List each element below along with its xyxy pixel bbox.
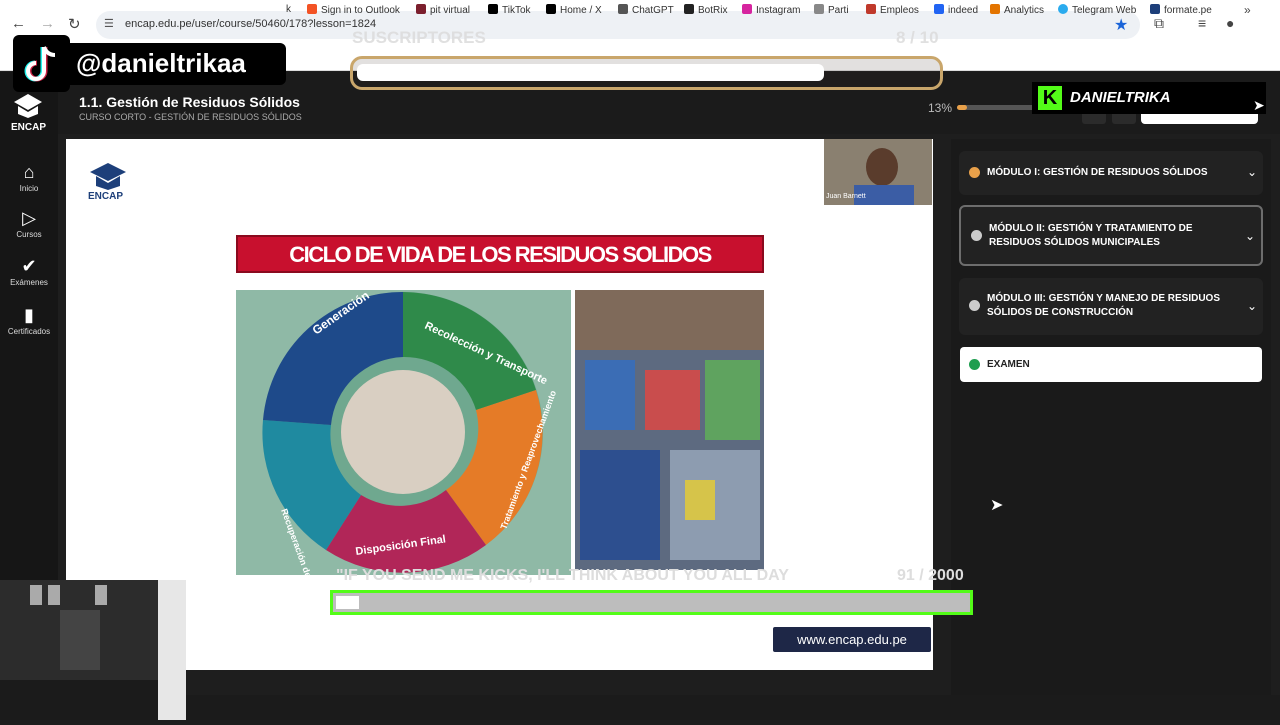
kick-goal-message: "IF YOU SEND ME KICKS, I'LL THINK ABOUT … bbox=[336, 567, 789, 584]
encap-logo-icon[interactable] bbox=[12, 92, 44, 118]
bookmark-parti[interactable]: Parti bbox=[814, 4, 849, 16]
bookmark-telegram[interactable]: Telegram Web bbox=[1058, 4, 1136, 16]
bookmark-prefix[interactable]: k bbox=[286, 4, 291, 15]
mouse-cursor-icon: ➤ bbox=[990, 497, 1004, 514]
sidebar-item-label: Exámenes bbox=[10, 278, 48, 287]
bookmark-star-icon[interactable]: ★ bbox=[1114, 15, 1128, 35]
kick-goal-count: 91 / 2000 bbox=[897, 567, 964, 584]
chevron-down-icon[interactable]: ⌄ bbox=[1247, 299, 1257, 313]
bookmark-icon: ▮ bbox=[24, 305, 34, 325]
more-bookmarks-icon[interactable]: » bbox=[1244, 3, 1251, 17]
bottom-bar bbox=[186, 695, 1280, 720]
kick-goal-fill bbox=[336, 596, 359, 609]
exam-label[interactable]: EXAMEN bbox=[987, 359, 1030, 370]
module-item-3[interactable]: MÓDULO III: GESTIÓN Y MANEJO DE RESIDUOS… bbox=[959, 278, 1263, 335]
bookmark-indeed[interactable]: indeed bbox=[934, 4, 978, 16]
back-icon[interactable]: ← bbox=[11, 15, 26, 32]
lesson-title: 1.1. Gestión de Residuos Sólidos bbox=[79, 94, 300, 110]
module-label: MÓDULO III: GESTIÓN Y MANEJO DE RESIDUOS… bbox=[987, 293, 1220, 318]
module-item-1[interactable]: MÓDULO I: GESTIÓN DE RESIDUOS SÓLIDOS ⌄ bbox=[959, 151, 1263, 195]
sidebar-item-cursos[interactable]: ▷ Cursos bbox=[0, 208, 58, 239]
site-info-icon[interactable]: ☰ bbox=[104, 17, 114, 30]
completed-check-icon bbox=[969, 167, 980, 178]
streamer-webcam-edge bbox=[158, 580, 186, 720]
waste-cycle-diagram: Generación Recolección y Transporte Trat… bbox=[236, 288, 571, 623]
slide-logo-icon bbox=[90, 163, 126, 190]
kick-goal-bar bbox=[330, 590, 973, 615]
bookmark-outlook[interactable]: Sign in to Outlook bbox=[307, 4, 400, 16]
slide-logo-text: ENCAP bbox=[88, 191, 124, 202]
exam-check-icon bbox=[969, 359, 980, 370]
chevron-down-icon[interactable]: ⌄ bbox=[1247, 165, 1257, 179]
mouse-cursor-icon: ➤ bbox=[1253, 97, 1265, 113]
bookmark-tiktok[interactable]: TikTok bbox=[488, 4, 531, 16]
module-label: MÓDULO II: GESTIÓN Y TRATAMIENTO DE RESI… bbox=[989, 223, 1193, 248]
chevron-down-icon[interactable]: ⌄ bbox=[1245, 229, 1255, 243]
bookmark-pit-virtual[interactable]: pit virtual bbox=[416, 4, 470, 16]
bookmark-chatgpt[interactable]: ChatGPT bbox=[618, 4, 674, 16]
bookmark-botrix[interactable]: BotRix bbox=[684, 4, 727, 16]
url-text[interactable]: encap.edu.pe/user/course/50460/178?lesso… bbox=[125, 18, 376, 30]
subs-goal-fill bbox=[357, 64, 824, 81]
sidebar-item-label: Inicio bbox=[19, 184, 39, 193]
sidebar-item-inicio[interactable]: ⌂ Inicio bbox=[0, 162, 58, 193]
sidebar-item-label: Certificados bbox=[7, 327, 51, 336]
bookmark-x[interactable]: Home / X bbox=[546, 4, 602, 16]
play-circle-icon: ▷ bbox=[22, 208, 36, 228]
bookmark-instagram[interactable]: Instagram bbox=[742, 4, 800, 16]
kick-logo-icon: K bbox=[1038, 86, 1062, 110]
waste-sorting-photo bbox=[575, 290, 764, 570]
slide-title: CICLO DE VIDA DE LOS RESIDUOS SOLIDOS bbox=[289, 242, 712, 267]
subs-goal-count: 8 / 10 bbox=[896, 28, 939, 47]
website-url: www.encap.edu.pe bbox=[797, 632, 907, 647]
forward-icon[interactable]: → bbox=[40, 15, 55, 32]
reload-icon[interactable]: ↻ bbox=[68, 15, 81, 33]
profile-avatar[interactable]: ● bbox=[1226, 15, 1234, 31]
bookmark-empleos[interactable]: Empleos bbox=[866, 4, 919, 16]
tiktok-logo-icon bbox=[13, 35, 70, 92]
subs-goal-label: SUSCRIPTORES bbox=[352, 28, 486, 47]
module-item-2[interactable]: MÓDULO II: GESTIÓN Y TRATAMIENTO DE RESI… bbox=[959, 205, 1263, 266]
check-icon: ✔ bbox=[21, 256, 37, 276]
progress-percent: 13% bbox=[928, 101, 953, 115]
sidebar-item-certificados[interactable]: ▮ Certificados bbox=[0, 305, 58, 336]
encap-logo-text[interactable]: ENCAP bbox=[11, 122, 46, 133]
bookmark-formate[interactable]: formate.pe bbox=[1150, 4, 1212, 16]
home-icon: ⌂ bbox=[23, 162, 35, 182]
tiktok-handle: @danieltrikaa bbox=[76, 48, 246, 78]
course-subtitle: CURSO CORTO - GESTIÓN DE RESIDUOS SÓLIDO… bbox=[79, 112, 302, 122]
sidebar-item-label: Cursos bbox=[16, 230, 42, 239]
sidebar-item-examenes[interactable]: ✔ Exámenes bbox=[0, 256, 58, 287]
status-dot-icon bbox=[971, 230, 982, 241]
presenter-name: Juan Barnett bbox=[826, 193, 866, 200]
bookmark-analytics[interactable]: Analytics bbox=[990, 4, 1044, 16]
extensions-icon[interactable]: ⧉ bbox=[1154, 15, 1164, 32]
module-label: MÓDULO I: GESTIÓN DE RESIDUOS SÓLIDOS bbox=[987, 167, 1208, 178]
status-dot-icon bbox=[969, 300, 980, 311]
media-icon[interactable]: ≡ bbox=[1198, 15, 1206, 31]
progress-fill bbox=[957, 105, 968, 110]
kick-username: DANIELTRIKA bbox=[1070, 89, 1171, 106]
progress-bar bbox=[957, 105, 1037, 110]
